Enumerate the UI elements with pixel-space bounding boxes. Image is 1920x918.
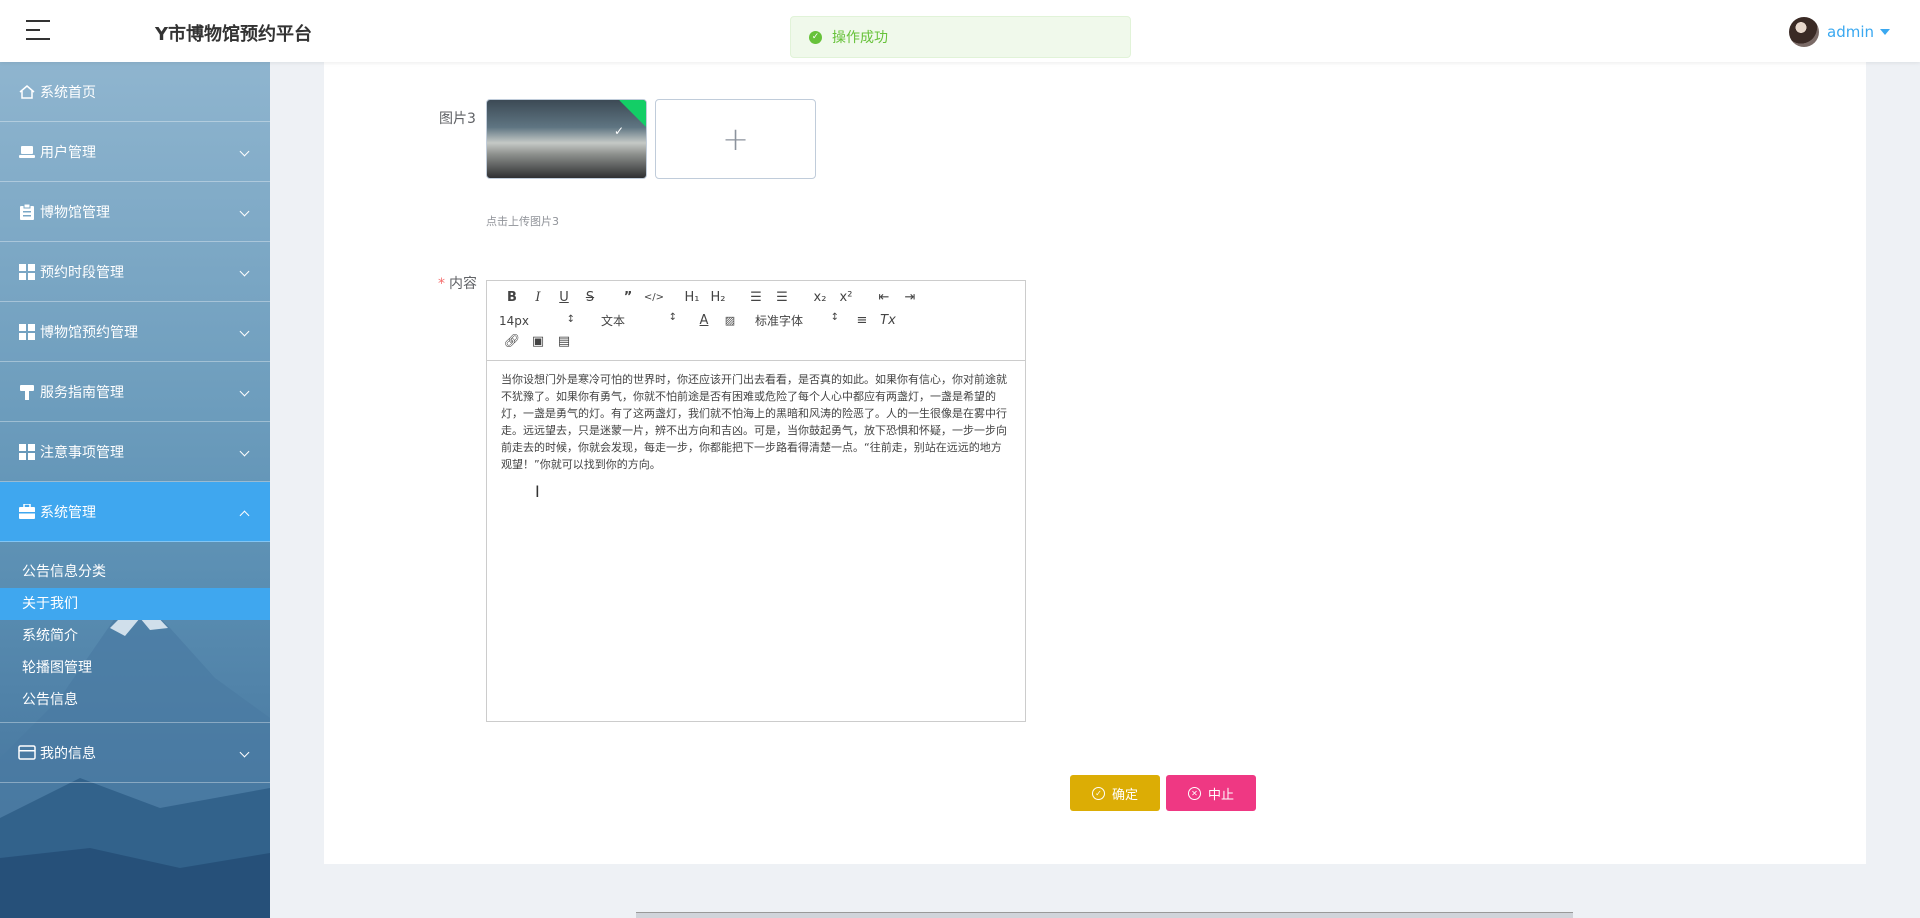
sidebar-item-label: 预约时段管理 [40,264,124,281]
confirm-button-label: 确定 [1111,787,1138,803]
chevron-down-icon [239,446,250,457]
underline-icon[interactable]: U [551,290,577,305]
system-submenu: 公告信息分类 关于我们 系统简介 轮播图管理 公告信息 [0,542,270,723]
chevron-down-icon [239,206,250,217]
app-title: Y市博物馆预约平台 [155,24,313,45]
grid-icon [18,263,36,280]
plus-icon: + [722,120,749,158]
outdent-icon[interactable]: ⇤ [871,290,897,305]
user-name[interactable]: admin [1827,23,1874,41]
sidebar-item-notices[interactable]: 注意事项管理 [0,422,270,482]
briefcase-icon [18,504,36,520]
heading2-icon[interactable]: H₂ [705,290,731,305]
sidebar-item-timeslots[interactable]: 预约时段管理 [0,242,270,302]
sidebar-item-my-info[interactable]: 我的信息 [0,723,270,783]
avatar[interactable] [1789,17,1819,47]
clear-format-icon[interactable]: Tx [875,313,901,328]
indent-icon[interactable]: ⇥ [897,290,923,305]
image3-label: 图片3 [439,111,476,127]
submenu-item-carousel[interactable]: 轮播图管理 [0,652,270,684]
editor-toolbar: B I U S ” </> H₁ H₂ ☰ ☰ x₂ x² ⇤ ⇥ 14px 文… [487,281,1025,361]
confirm-button[interactable]: ✓ 确定 [1070,775,1160,811]
id-card-icon [18,745,36,761]
sidebar-item-users[interactable]: 用户管理 [0,122,270,182]
sidebar-item-label: 博物馆预约管理 [40,324,138,341]
chevron-down-icon [239,747,250,758]
sidebar-item-system[interactable]: 系统管理 [0,482,270,542]
check-circle-icon: ✓ [809,30,822,44]
submenu-item-system-intro[interactable]: 系统简介 [0,620,270,652]
sidebar-item-home[interactable]: 系统首页 [0,62,270,122]
sidebar-item-label: 用户管理 [40,144,96,161]
text-cursor-icon: I [535,482,540,501]
sidebar-item-label: 注意事项管理 [40,444,124,461]
toast-message: 操作成功 [832,30,888,46]
link-icon[interactable]: 🔗︎ [499,334,525,349]
bullet-list-icon[interactable]: ☰ [769,290,795,305]
font-color-icon[interactable]: A [691,313,717,328]
chevron-down-icon [239,146,250,157]
bottom-table-edge [636,912,1573,918]
chevron-down-icon [239,266,250,277]
user-menu[interactable]: admin [1789,17,1890,47]
grid-icon [18,323,36,340]
sidebar-item-label: 系统管理 [40,504,96,521]
grid-icon [18,443,36,460]
font-size-select[interactable]: 14px [499,314,575,328]
upload-tip: 点击上传图片3 [486,215,559,228]
submenu-item-notice-category[interactable]: 公告信息分类 [0,556,270,588]
uploaded-image-thumbnail[interactable]: ✓ [486,99,647,179]
italic-icon[interactable]: I [525,290,551,305]
editor-content[interactable]: 当你设想门外是寒冷可怕的世界时，你还应该开门出去看看，是否真的如此。如果你有信心… [487,361,1025,483]
hammer-icon [18,384,36,400]
image-upload-button[interactable]: + [655,99,816,179]
heading1-icon[interactable]: H₁ [679,290,705,305]
ordered-list-icon[interactable]: ☰ [743,290,769,305]
text-style-select[interactable]: 文本 [601,312,677,329]
image-icon[interactable]: ▣ [525,334,551,349]
clipboard-icon [18,203,36,220]
submenu-item-about-us[interactable]: 关于我们 [0,588,270,620]
content-label: * 内容 [438,273,477,293]
menu-toggle-icon[interactable] [26,20,50,40]
submenu-item-notice-info[interactable]: 公告信息 [0,684,270,716]
sidebar-item-reservations[interactable]: 博物馆预约管理 [0,302,270,362]
font-family-select[interactable]: 标准字体 [755,312,839,329]
sidebar-item-label: 我的信息 [40,745,96,762]
required-mark: * [438,276,445,292]
code-icon[interactable]: </> [641,292,667,303]
chevron-down-icon [239,326,250,337]
blockquote-icon[interactable]: ” [615,290,641,305]
sidebar: 系统首页 用户管理 博物馆管理 预约时段管理 博物馆预约管理 服务指南管理 注意… [0,62,270,918]
check-icon: ✓ [613,124,624,138]
caret-down-icon[interactable] [1880,29,1890,35]
check-circle-icon: ✓ [1091,786,1105,800]
stop-button[interactable]: ✕ 中止 [1166,775,1256,811]
video-icon[interactable]: ▤ [551,334,577,349]
chevron-up-icon [239,510,250,521]
sidebar-item-museum[interactable]: 博物馆管理 [0,182,270,242]
strikethrough-icon[interactable]: S [577,290,603,305]
bold-icon[interactable]: B [499,290,525,305]
align-icon[interactable]: ≡ [849,313,875,328]
close-circle-icon: ✕ [1187,786,1201,800]
background-color-icon[interactable]: ▨ [717,314,743,327]
user-icon [18,144,36,160]
chevron-down-icon [239,386,250,397]
stop-button-label: 中止 [1207,787,1234,803]
sidebar-item-label: 系统首页 [40,84,96,101]
success-toast: ✓ 操作成功 [790,16,1131,58]
form-card: 图片3 ✓ + 点击上传图片3 * 内容 B I U S ” </> H₁ H₂ … [324,62,1866,864]
rich-text-editor: B I U S ” </> H₁ H₂ ☰ ☰ x₂ x² ⇤ ⇥ 14px 文… [486,280,1026,722]
top-header: Y市博物馆预约平台 ✓ 操作成功 admin [0,0,1920,62]
home-icon [18,84,36,100]
sidebar-item-label: 博物馆管理 [40,204,110,221]
sidebar-item-label: 服务指南管理 [40,384,124,401]
sidebar-item-service-guide[interactable]: 服务指南管理 [0,362,270,422]
content-label-text: 内容 [449,276,477,292]
superscript-icon[interactable]: x² [833,290,859,305]
subscript-icon[interactable]: x₂ [807,290,833,305]
